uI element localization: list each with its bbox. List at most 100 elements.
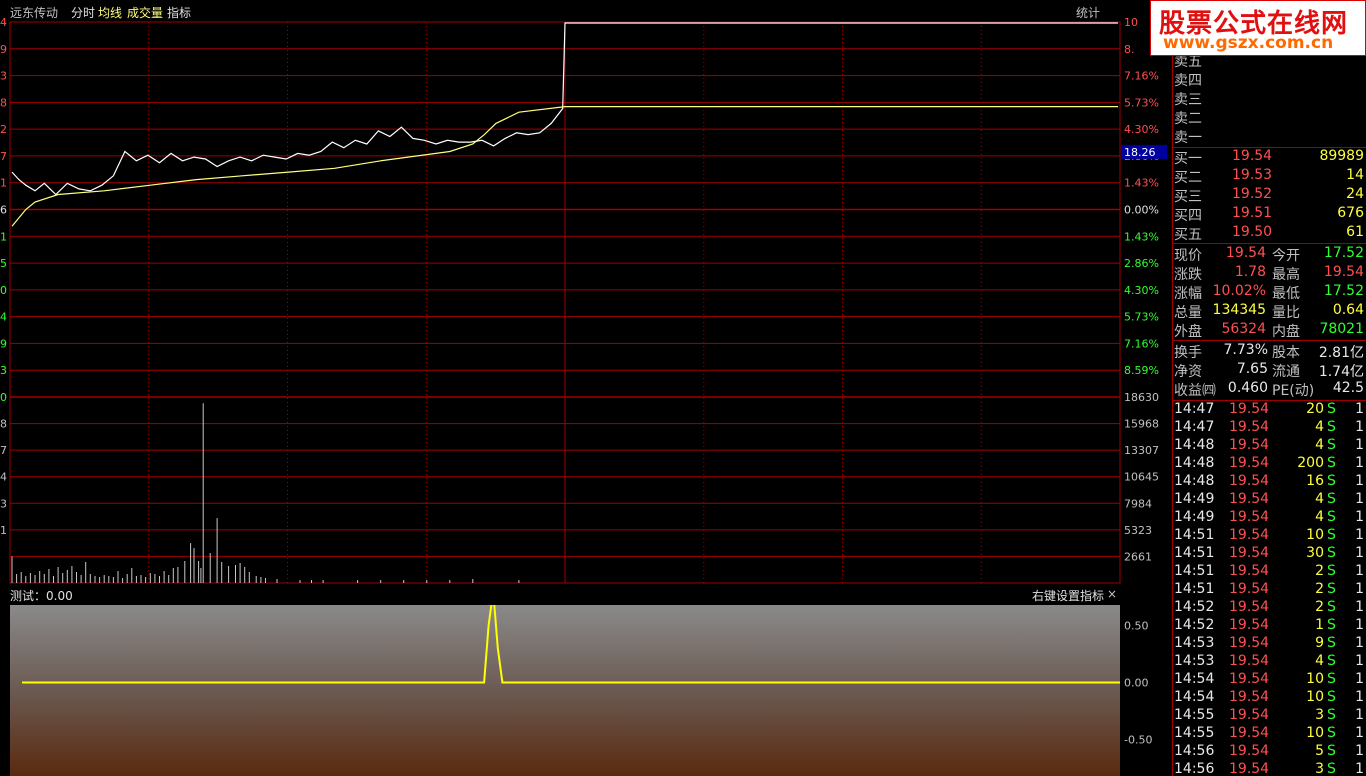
trade-time: 14:48 (1174, 473, 1215, 489)
volume-tick-label: 10645 (1124, 471, 1159, 484)
trade-side: S (1327, 545, 1336, 561)
fundamental-row: 净资 7.65 流通 1.74亿 (1172, 361, 1366, 380)
ask-row: 卖四 (1172, 70, 1366, 89)
trade-side: S (1327, 509, 1336, 525)
trade-volume: 10 (1306, 725, 1324, 741)
cursor-value: 18.26 (1124, 146, 1156, 159)
trade-row: 14:53 19.54 4 S 1 (1172, 653, 1366, 672)
fundamental-value: 7.65 (1236, 361, 1268, 377)
price-tick-left: 3 (0, 364, 7, 377)
trade-time: 14:53 (1174, 635, 1215, 651)
quote-panel: 卖五 卖四 卖三 卖二 卖一 买一 19.54 89989 买二 19.53 14 买三 19.52 24… (1172, 0, 1366, 776)
intraday-chart[interactable]: 108.7.16%5.73%4.30%2.86%1.43%0.00%1.43%2… (0, 0, 1172, 585)
indicator-tick-label: 0.00 (1124, 677, 1149, 690)
trade-side: S (1327, 527, 1336, 543)
trade-price: 19.54 (1229, 653, 1270, 669)
volume-tick-label: 15968 (1124, 418, 1159, 431)
trade-time: 14:53 (1174, 653, 1215, 669)
fundamental-label: 流通 (1272, 364, 1300, 380)
trade-row: 14:51 19.54 2 S 1 (1172, 581, 1366, 600)
fundamental-row: 收益㈣ 0.460 PE(动) 42.5 (1172, 380, 1366, 399)
quote-label: 外盘 (1174, 324, 1202, 340)
price-tick-left: 8 (0, 96, 7, 109)
bid-row: 买三 19.52 24 (1172, 186, 1366, 205)
trade-count: 1 (1355, 707, 1364, 723)
trade-time: 14:52 (1174, 599, 1215, 615)
quote-row: 总量 134345 量比 0.64 (1172, 302, 1366, 321)
trade-side: S (1327, 653, 1336, 669)
trade-side: S (1327, 473, 1336, 489)
price-tick-left: 0 (0, 284, 7, 297)
trade-row: 14:47 19.54 20 S 1 (1172, 401, 1366, 420)
price-tick-left: 9 (0, 43, 7, 56)
trade-price: 19.54 (1229, 617, 1270, 633)
bid-volume: 676 (1337, 205, 1364, 221)
price-tick-left: 4 (0, 16, 7, 29)
trade-count: 1 (1355, 743, 1364, 759)
trade-row: 14:48 19.54 4 S 1 (1172, 437, 1366, 456)
trade-side: S (1327, 401, 1336, 417)
trade-count: 1 (1355, 563, 1364, 579)
trade-row: 14:51 19.54 10 S 1 (1172, 527, 1366, 546)
trade-row: 14:53 19.54 9 S 1 (1172, 635, 1366, 654)
price-tick-label: 8.59% (1124, 364, 1159, 377)
trade-volume: 1 (1315, 617, 1324, 633)
trade-side: S (1327, 581, 1336, 597)
trade-time: 14:54 (1174, 689, 1215, 705)
trade-volume: 4 (1315, 653, 1324, 669)
trade-volume: 30 (1306, 545, 1324, 561)
trade-side: S (1327, 689, 1336, 705)
trade-count: 1 (1355, 491, 1364, 507)
quote-label: 最低 (1272, 286, 1300, 302)
trade-row: 14:51 19.54 2 S 1 (1172, 563, 1366, 582)
trade-count: 1 (1355, 419, 1364, 435)
trade-price: 19.54 (1229, 419, 1270, 435)
trade-volume: 2 (1315, 563, 1324, 579)
trade-side: S (1327, 671, 1336, 687)
price-tick-label: 2.86% (1124, 257, 1159, 270)
close-icon[interactable]: × (1107, 587, 1117, 601)
bid-row: 买四 19.51 676 (1172, 205, 1366, 224)
quote-label: 量比 (1272, 305, 1300, 321)
trade-time: 14:56 (1174, 743, 1215, 759)
trade-count: 1 (1355, 689, 1364, 705)
trade-time: 14:51 (1174, 563, 1215, 579)
price-tick-left: 1 (0, 230, 7, 243)
volume-tick-left: 1 (0, 524, 7, 537)
trade-price: 19.54 (1229, 599, 1270, 615)
trade-side: S (1327, 599, 1336, 615)
quote-value: 78021 (1319, 321, 1364, 337)
price-tick-label: 5.73% (1124, 311, 1159, 324)
price-tick-label: 1.43% (1124, 230, 1159, 243)
bid-row: 买五 19.50 61 (1172, 224, 1366, 243)
indicator-hint[interactable]: 右键设置指标 (1032, 587, 1104, 604)
volume-tick-left: 8 (0, 418, 7, 431)
trade-side: S (1327, 419, 1336, 435)
trade-count: 1 (1355, 455, 1364, 471)
trade-side: S (1327, 491, 1336, 507)
trade-row: 14:55 19.54 10 S 1 (1172, 725, 1366, 744)
trade-count: 1 (1355, 545, 1364, 561)
quote-label: 今开 (1272, 248, 1300, 264)
ask-label: 卖四 (1174, 73, 1202, 89)
trade-count: 1 (1355, 473, 1364, 489)
panel-divider (1172, 243, 1366, 244)
quote-value: 19.54 (1323, 264, 1364, 280)
bid-volume: 14 (1346, 167, 1364, 183)
trade-volume: 2 (1315, 599, 1324, 615)
trade-side: S (1327, 617, 1336, 633)
trade-count: 1 (1355, 509, 1364, 525)
indicator-chart[interactable]: 0.50 0.00 -0.50 (0, 605, 1172, 776)
ask-label: 卖三 (1174, 92, 1202, 108)
indicator-header: 测试：0.00 右键设置指标 × (0, 585, 1120, 605)
trade-time: 14:52 (1174, 617, 1215, 633)
trade-price: 19.54 (1229, 635, 1270, 651)
price-tick-left: 1 (0, 177, 7, 190)
trade-row: 14:47 19.54 4 S 1 (1172, 419, 1366, 438)
fundamental-label: PE(动) (1272, 383, 1315, 399)
fundamental-value: 2.81亿 (1318, 345, 1364, 361)
trade-price: 19.54 (1229, 671, 1270, 687)
quote-label: 总量 (1174, 305, 1202, 321)
indicator-line (22, 605, 1120, 684)
trade-volume: 3 (1315, 707, 1324, 723)
